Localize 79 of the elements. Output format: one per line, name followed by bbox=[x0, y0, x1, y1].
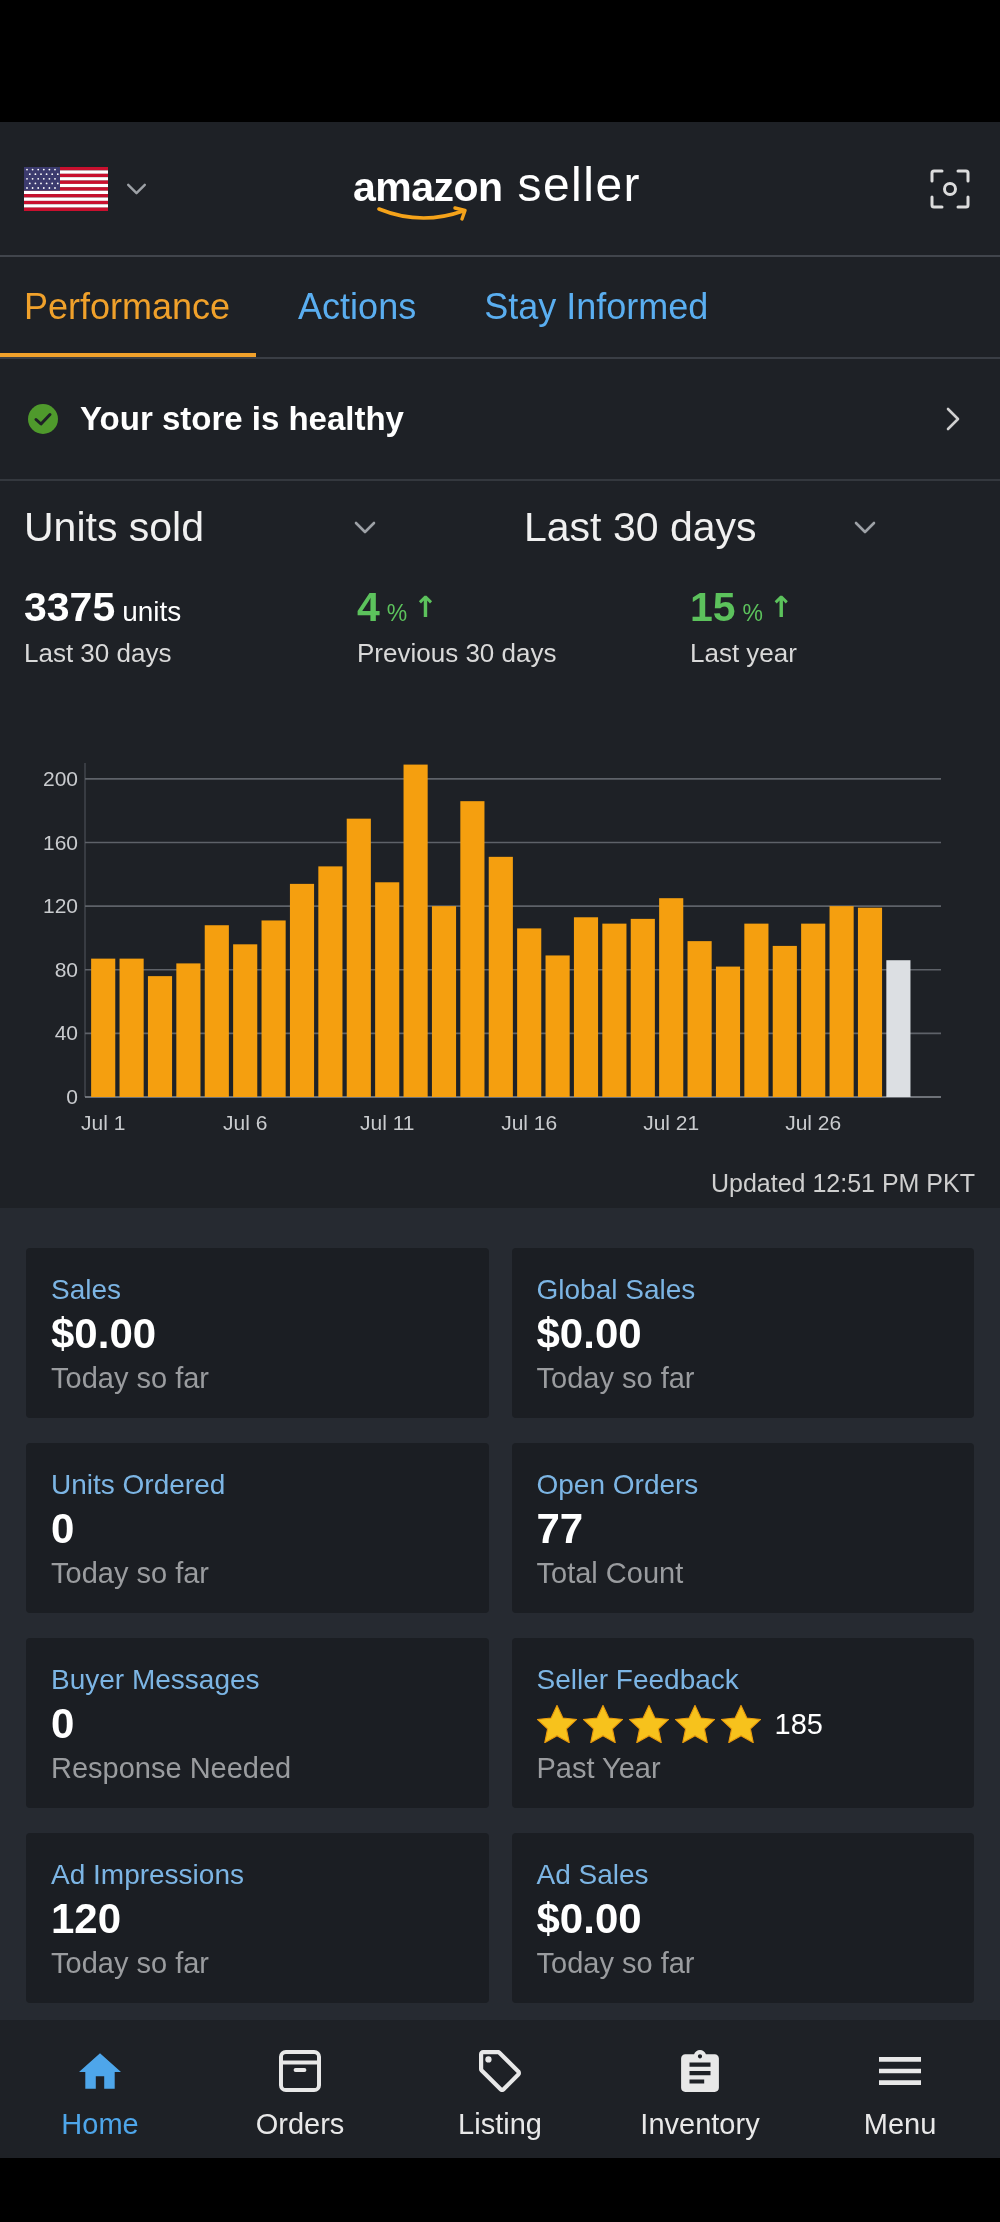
dropdown[interactable]: Last 30 days bbox=[524, 501, 876, 553]
star-icon bbox=[628, 1705, 669, 1743]
card-note: Today so far bbox=[51, 1946, 210, 1980]
card-title: Sales bbox=[51, 1273, 123, 1307]
chevron-down-icon bbox=[354, 520, 376, 534]
y-axis-label: 80 bbox=[54, 957, 78, 981]
card-title: Open Orders bbox=[536, 1468, 700, 1502]
tab[interactable]: Stay Informed bbox=[460, 257, 735, 357]
card-note: Past Year bbox=[536, 1751, 662, 1785]
trend-arrow: ↑ bbox=[413, 590, 438, 624]
stat-value: 15 % bbox=[690, 583, 764, 631]
card-note: Today so far bbox=[536, 1946, 696, 1980]
tab[interactable]: Actions bbox=[274, 257, 443, 357]
star-icon bbox=[582, 1705, 623, 1743]
metric-card[interactable]: Ad Sales $0.00 Today so far bbox=[511, 1833, 974, 2003]
card-note: Today so far bbox=[51, 1556, 210, 1590]
nav-item[interactable]: Orders bbox=[200, 2020, 400, 2158]
card-value: $0.00 bbox=[51, 1310, 158, 1358]
star-icon bbox=[536, 1705, 577, 1743]
trend-arrow: ↑ bbox=[769, 590, 794, 624]
card-title: Units Ordered bbox=[51, 1468, 227, 1502]
stat-value: 3375 units bbox=[24, 583, 182, 631]
scan-icon[interactable] bbox=[930, 168, 970, 209]
metric-card[interactable]: Ad Impressions 120 Today so far bbox=[26, 1833, 489, 2003]
card-title: Buyer Messages bbox=[51, 1663, 261, 1697]
card-note: Today so far bbox=[536, 1361, 696, 1395]
stat-label: Last 30 days bbox=[24, 638, 173, 668]
card-title: Seller Feedback bbox=[536, 1663, 740, 1697]
card-note: Today so far bbox=[51, 1361, 210, 1395]
card-title: Ad Impressions bbox=[51, 1858, 245, 1892]
metric-card[interactable]: Buyer Messages 0 Response Needed bbox=[26, 1638, 489, 1808]
metric-card[interactable]: Sales $0.00 Today so far bbox=[26, 1248, 489, 1418]
tag-icon bbox=[479, 2050, 521, 2092]
logo-wordmark: amazon seller bbox=[352, 159, 642, 212]
y-axis-label: 40 bbox=[54, 1021, 78, 1045]
star-icon bbox=[674, 1705, 715, 1743]
metric-card[interactable]: Seller Feedback 185 Past Year bbox=[511, 1638, 974, 1808]
chevron-down-icon bbox=[126, 182, 147, 195]
card-value: 77 bbox=[536, 1505, 585, 1553]
y-axis-label: 120 bbox=[42, 894, 78, 918]
nav-item[interactable]: Inventory bbox=[600, 2020, 800, 2158]
us-flag-icon bbox=[24, 166, 108, 211]
card-value: 0 bbox=[51, 1700, 76, 1748]
box-icon bbox=[279, 2050, 321, 2092]
stat-label: Previous 30 days bbox=[357, 638, 558, 668]
y-axis-label: 0 bbox=[66, 1085, 78, 1108]
x-axis-label: Jul 6 bbox=[223, 1111, 268, 1134]
nav-item[interactable]: Menu bbox=[800, 2020, 1000, 2158]
nav-item[interactable]: Listing bbox=[400, 2020, 600, 2158]
metric-card[interactable]: Units Ordered 0 Today so far bbox=[26, 1443, 489, 1613]
country-selector[interactable] bbox=[24, 164, 147, 213]
x-axis-label: Jul 1 bbox=[81, 1111, 126, 1134]
x-axis-label: Jul 21 bbox=[643, 1111, 700, 1134]
card-value: $0.00 bbox=[536, 1310, 643, 1358]
star-icon bbox=[720, 1705, 761, 1743]
metric-card[interactable]: Global Sales $0.00 Today so far bbox=[511, 1248, 974, 1418]
card-note: Total Count bbox=[536, 1556, 685, 1590]
nav-item[interactable]: Home bbox=[0, 2020, 200, 2158]
card-value: 120 bbox=[51, 1895, 123, 1943]
chevron-right-icon bbox=[946, 407, 960, 431]
y-axis-label: 200 bbox=[42, 766, 78, 790]
stat-value: 4 % bbox=[357, 583, 408, 631]
y-axis-label: 160 bbox=[42, 830, 78, 854]
card-value: 0 bbox=[51, 1505, 76, 1553]
stat-label: Last year bbox=[690, 638, 798, 668]
x-axis-label: Jul 11 bbox=[359, 1111, 415, 1134]
metric-card[interactable]: Open Orders 77 Total Count bbox=[511, 1443, 974, 1613]
chevron-down-icon bbox=[854, 520, 876, 534]
updated-time: Updated 12:51 PM PKT bbox=[710, 1168, 975, 1198]
card-title: Global Sales bbox=[536, 1273, 697, 1307]
card-value: $0.00 bbox=[536, 1895, 643, 1943]
dropdown[interactable]: Units sold bbox=[24, 501, 376, 553]
x-axis-label: Jul 26 bbox=[785, 1111, 842, 1134]
check-circle-icon bbox=[28, 404, 58, 434]
rating-count: 185 bbox=[774, 1707, 823, 1741]
card-note: Response Needed bbox=[51, 1751, 293, 1785]
x-axis-label: Jul 16 bbox=[501, 1111, 558, 1134]
clipboard-icon bbox=[679, 2050, 721, 2092]
card-title: Ad Sales bbox=[536, 1858, 650, 1892]
